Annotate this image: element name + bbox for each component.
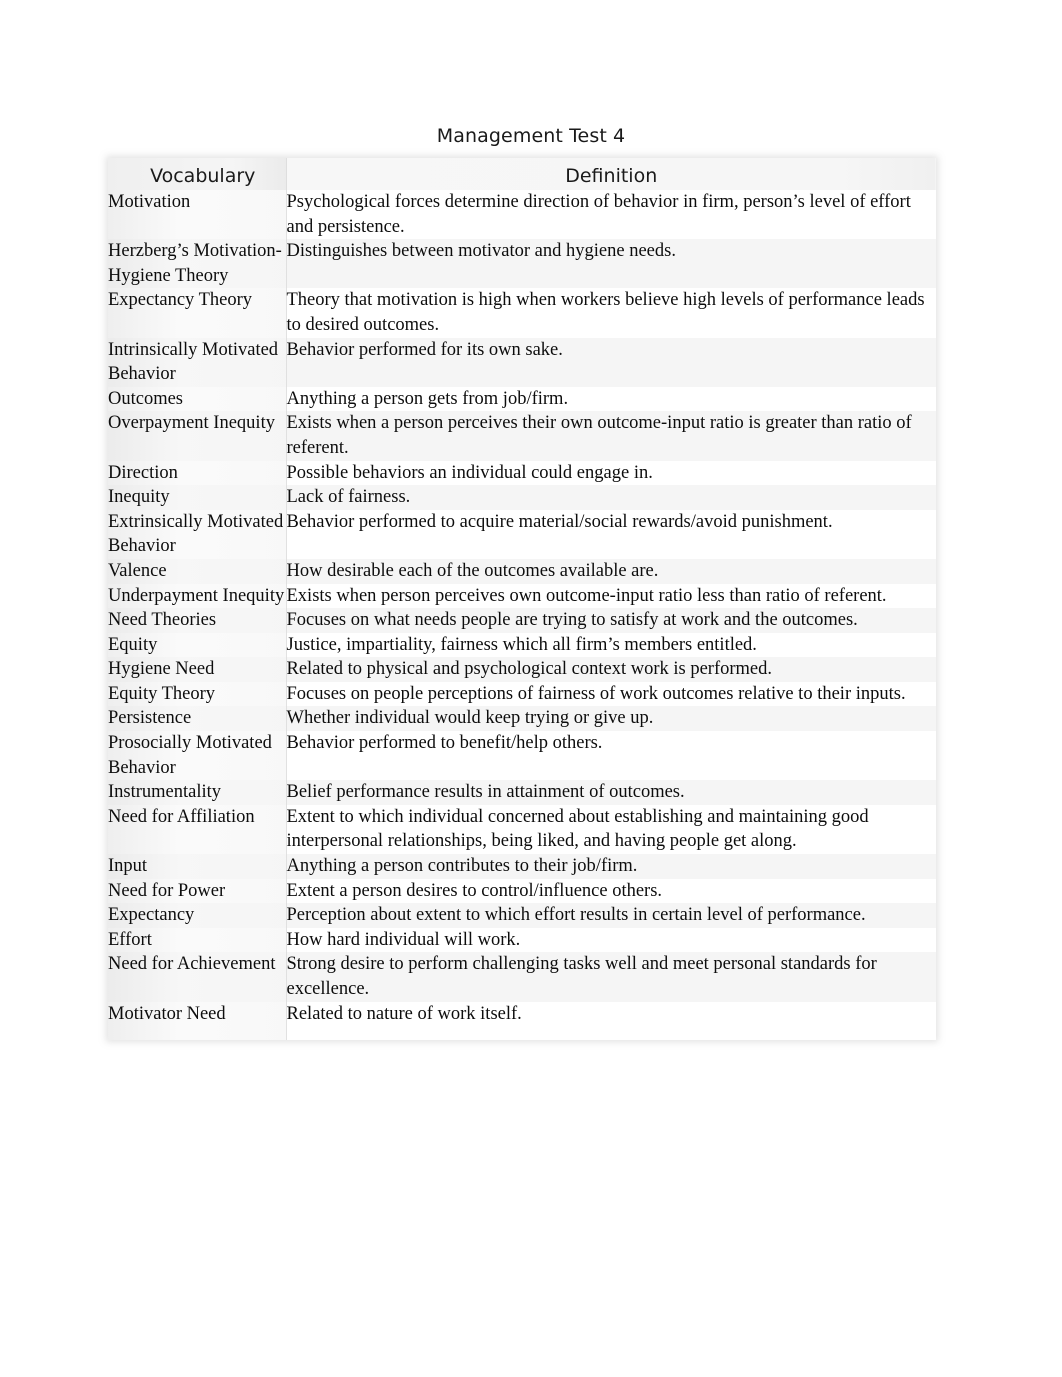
definition-cell: Possible behaviors an individual could e… — [286, 460, 936, 486]
vocabulary-table-container: Vocabulary Definition Motivation Psycholo… — [108, 158, 936, 1041]
vocabulary-term-cell: Inequity — [108, 485, 287, 510]
table-header-row: Vocabulary Definition — [108, 158, 936, 190]
definition-cell: Whether individual would keep trying or … — [286, 706, 936, 732]
vocabulary-term-cell: Extrinsically Motivated Behavior — [108, 509, 287, 559]
definition-cell: Focuses on people perceptions of fairnes… — [286, 681, 936, 707]
definition-cell: Psychological forces determine direction… — [286, 190, 936, 240]
column-header-vocabulary: Vocabulary — [108, 158, 287, 190]
vocabulary-term-cell: Prosocially Motivated Behavior — [108, 731, 287, 781]
definition-cell: Exists when a person perceives their own… — [286, 411, 936, 461]
table-row: Expectancy Theory Theory that motivation … — [108, 288, 936, 338]
vocabulary-term-cell: Need for Power — [108, 878, 287, 904]
table-row: Need for Affiliation Extent to which indi… — [108, 804, 936, 855]
table-row: Herzberg’s Motivation-Hygiene Theory Dist… — [108, 239, 936, 289]
vocabulary-term-cell: Effort — [108, 927, 287, 953]
vocabulary-term-cell: Direction — [108, 460, 287, 486]
vocabulary-term-cell: Input — [108, 854, 287, 879]
table-header: Vocabulary Definition — [108, 158, 936, 190]
table-row: Motivator Need Related to nature of work … — [108, 1001, 936, 1027]
table-row: Outcomes Anything a person gets from job/… — [108, 386, 936, 412]
vocabulary-term-cell: Expectancy Theory — [108, 288, 287, 338]
definition-cell: Behavior performed to benefit/help other… — [286, 731, 936, 781]
definition-cell: Related to nature of work itself. — [286, 1001, 936, 1027]
vocabulary-term-cell: Overpayment Inequity — [108, 411, 287, 461]
table-row: Hygiene Need Related to physical and psyc… — [108, 657, 936, 682]
column-header-definition: Definition — [286, 158, 936, 190]
table-row: Motivation Psychological forces determine… — [108, 190, 936, 240]
definition-cell: Theory that motivation is high when work… — [286, 288, 936, 338]
definition-cell: Justice, impartiality, fairness which al… — [286, 632, 936, 658]
definition-cell: How hard individual will work. — [286, 927, 936, 953]
vocabulary-term-cell: Valence — [108, 558, 287, 584]
definition-cell: Distinguishes between motivator and hygi… — [286, 239, 936, 289]
definition-cell: Anything a person contributes to their j… — [286, 854, 936, 879]
vocabulary-definition-table: Vocabulary Definition Motivation Psycholo… — [108, 158, 936, 1041]
table-row: Equity Theory Focuses on people perceptio… — [108, 681, 936, 707]
table-row: Overpayment Inequity Exists when a person… — [108, 411, 936, 461]
vocabulary-term-cell: Need for Affiliation — [108, 804, 287, 855]
vocabulary-term-cell: Motivation — [108, 190, 287, 240]
vocabulary-term-cell: Equity — [108, 632, 287, 658]
table-row: Inequity Lack of fairness. — [108, 485, 936, 510]
table-row: Equity Justice, impartiality, fairness wh… — [108, 632, 936, 658]
definition-cell: Extent to which individual concerned abo… — [286, 804, 936, 855]
definition-cell: Belief performance results in attainment… — [286, 780, 936, 805]
vocabulary-term-cell: Hygiene Need — [108, 657, 287, 682]
table-row: Persistence Whether individual would keep… — [108, 706, 936, 732]
vocabulary-term-cell: Herzberg’s Motivation-Hygiene Theory — [108, 239, 287, 289]
definition-cell: How desirable each of the outcomes avail… — [286, 558, 936, 584]
definition-cell: Lack of fairness. — [286, 485, 936, 510]
spacer-cell — [286, 1026, 936, 1040]
vocabulary-term-cell: Need for Achievement — [108, 952, 287, 1002]
table-bottom-spacer — [108, 1026, 936, 1041]
table-row: Need for Power Extent a person desires to… — [108, 878, 936, 904]
definition-cell: Exists when person perceives own outcome… — [286, 583, 936, 609]
definition-cell: Behavior performed for its own sake. — [286, 337, 936, 387]
vocabulary-term-cell: Need Theories — [108, 608, 287, 633]
table-row: Valence How desirable each of the outcome… — [108, 558, 936, 584]
vocabulary-term-cell: Underpayment Inequity — [108, 583, 287, 609]
page-title: Management Test 4 — [436, 125, 626, 147]
table-row: Effort How hard individual will work. — [108, 927, 936, 953]
table-row: Input Anything a person contributes to th… — [108, 854, 936, 879]
definition-cell: Anything a person gets from job/firm. — [286, 386, 936, 412]
vocabulary-term-cell: Persistence — [108, 706, 287, 732]
vocabulary-term-cell: Motivator Need — [108, 1001, 287, 1027]
vocabulary-term-cell: Equity Theory — [108, 681, 287, 707]
definition-cell: Focuses on what needs people are trying … — [286, 608, 936, 633]
table-row: Instrumentality Belief performance result… — [108, 780, 936, 805]
vocabulary-term-cell: Instrumentality — [108, 780, 287, 805]
table-row: Expectancy Perception about extent to whi… — [108, 903, 936, 928]
vocabulary-term-cell: Expectancy — [108, 903, 287, 928]
table-row: Direction Possible behaviors an individua… — [108, 460, 936, 486]
document-page: Management Test 4 Vocabulary Definition … — [0, 0, 1062, 1377]
vocabulary-term-cell: Intrinsically Motivated Behavior — [108, 337, 287, 387]
table-body: Motivation Psychological forces determine… — [108, 190, 936, 1041]
table-row: Need for Achievement Strong desire to per… — [108, 952, 936, 1002]
table-row: Need Theories Focuses on what needs peopl… — [108, 608, 936, 633]
definition-cell: Extent a person desires to control/influ… — [286, 878, 936, 904]
definition-cell: Strong desire to perform challenging tas… — [286, 952, 936, 1002]
spacer-cell — [108, 1026, 287, 1041]
definition-cell: Perception about extent to which effort … — [286, 903, 936, 928]
table-row: Prosocially Motivated Behavior Behavior p… — [108, 731, 936, 781]
vocabulary-term-cell: Outcomes — [108, 386, 287, 412]
definition-cell: Behavior performed to acquire material/s… — [286, 509, 936, 559]
table-row: Underpayment Inequity Exists when person … — [108, 583, 936, 609]
table-row: Intrinsically Motivated Behavior Behavior… — [108, 337, 936, 387]
definition-cell: Related to physical and psychological co… — [286, 657, 936, 682]
table-row: Extrinsically Motivated Behavior Behavior… — [108, 509, 936, 559]
